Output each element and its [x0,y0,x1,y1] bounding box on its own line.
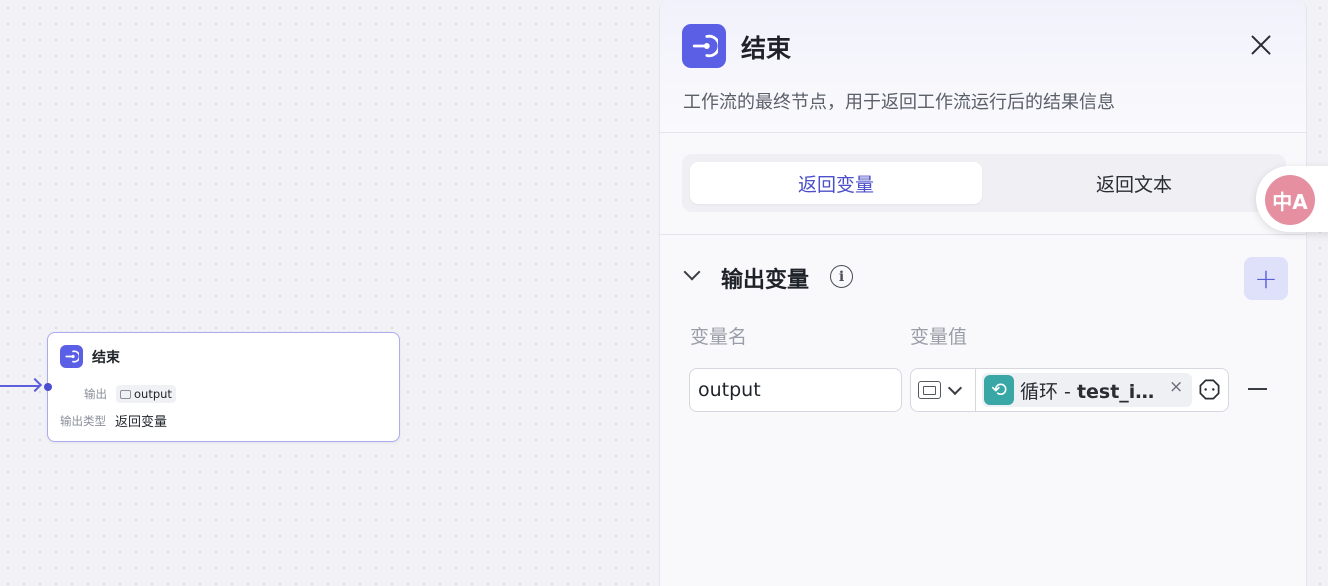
image-type-icon [918,381,941,399]
chevron-down-icon[interactable] [683,263,701,281]
close-icon[interactable] [1248,32,1274,58]
translate-icon: 中A [1265,175,1315,225]
node-output-tag-text: output [134,387,172,401]
translate-button[interactable]: 中A [1256,166,1328,232]
add-variable-button[interactable]: + [1244,257,1288,300]
node-output-type-label: 输出类型 [60,413,106,428]
reference-node: 循环 - [1020,380,1077,403]
chevron-down-icon [947,380,963,395]
node-title: 结束 [92,349,120,366]
variable-icon[interactable] [1198,378,1221,401]
tab-return-variable[interactable]: 返回变量 [690,162,982,204]
variable-reference-tag[interactable]: ⟲ 循环 - test_i… × [982,373,1192,407]
end-node-card[interactable]: 结束 输出 output 输出类型 返回变量 [47,332,400,442]
node-input-port[interactable] [44,383,52,391]
tab-return-text[interactable]: 返回文本 [988,162,1280,204]
variable-value-field: ⟲ 循环 - test_i… × [910,368,1229,412]
panel-header: 结束 工作流的最终节点，用于返回工作流运行后的结果信息 [660,0,1306,133]
end-node-icon [682,24,726,68]
edge-arrow-icon [27,377,43,393]
plus-icon: + [1254,261,1278,295]
node-output-type-row: 输出类型 返回变量 [60,411,168,431]
panel-title: 结束 [741,34,792,63]
node-header: 结束 [60,345,120,368]
column-header-value: 变量值 [910,326,968,348]
clear-reference-icon[interactable]: × [1169,377,1183,397]
loop-icon: ⟲ [984,375,1014,405]
reference-variable: test_i… [1076,380,1155,403]
variable-name-input[interactable] [689,368,902,412]
node-output-row: 输出 output [84,385,176,403]
node-output-label: 输出 [84,387,107,401]
return-mode-tabs: 返回变量 返回文本 [682,154,1286,212]
remove-variable-button[interactable] [1248,388,1267,391]
info-icon[interactable]: i [830,265,853,288]
reference-text: 循环 - test_i… [1020,377,1162,404]
section-title: 输出变量 [721,268,810,293]
variable-type-select[interactable] [911,369,976,411]
node-output-tag: output [116,385,176,403]
end-node-icon [60,345,83,368]
image-type-icon [120,389,131,399]
section-divider [660,234,1306,235]
node-output-type-value: 返回变量 [115,415,168,430]
column-header-name: 变量名 [690,326,748,348]
node-config-panel: 结束 工作流的最终节点，用于返回工作流运行后的结果信息 返回变量 返回文本 输出… [659,0,1307,586]
panel-description: 工作流的最终节点，用于返回工作流运行后的结果信息 [683,92,1115,113]
